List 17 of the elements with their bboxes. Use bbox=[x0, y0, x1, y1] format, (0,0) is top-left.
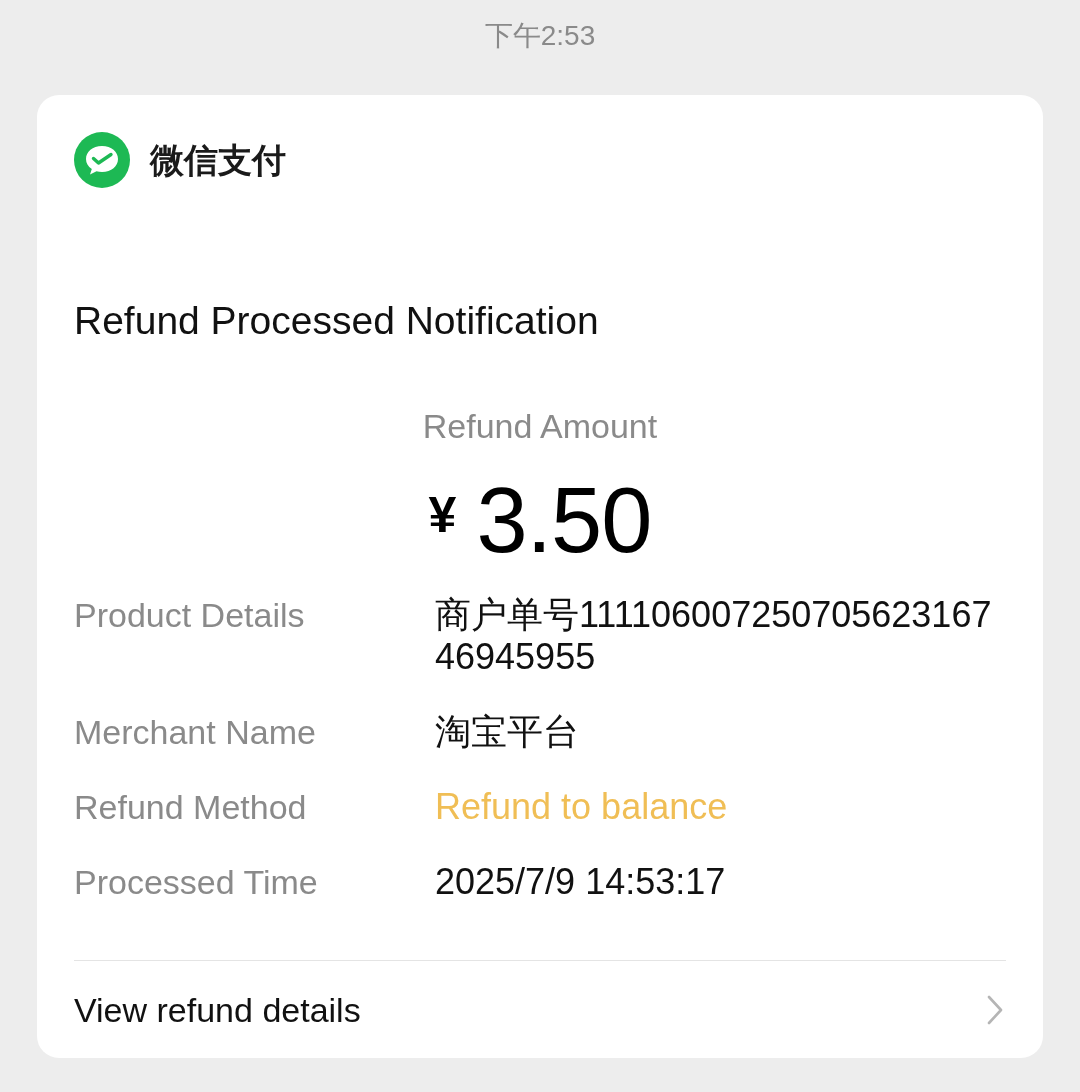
payment-logo-icon bbox=[74, 132, 130, 188]
detail-label: Refund Method bbox=[74, 787, 307, 828]
detail-label: Merchant Name bbox=[74, 712, 316, 753]
detail-value: 2025/7/9 14:53:17 bbox=[435, 861, 726, 903]
chevron-right-icon bbox=[986, 994, 1004, 1026]
view-details-link[interactable]: View refund details bbox=[74, 989, 1006, 1031]
message-time: 下午2:53 bbox=[484, 19, 596, 53]
amount-label: Refund Amount bbox=[422, 406, 658, 446]
detail-value: Refund to balance bbox=[435, 786, 728, 828]
detail-value: 淘宝平台 bbox=[435, 711, 579, 753]
notification-title: Refund Processed Notification bbox=[74, 298, 600, 344]
currency-symbol: ¥ bbox=[428, 490, 457, 540]
brand-name: 微信支付 bbox=[150, 140, 286, 181]
amount-value: 3.50 bbox=[476, 468, 652, 572]
detail-value: 商户单号11110600725070562316746945955 bbox=[435, 594, 993, 678]
detail-label: Product Details bbox=[74, 595, 305, 636]
detail-label: Processed Time bbox=[74, 862, 318, 903]
